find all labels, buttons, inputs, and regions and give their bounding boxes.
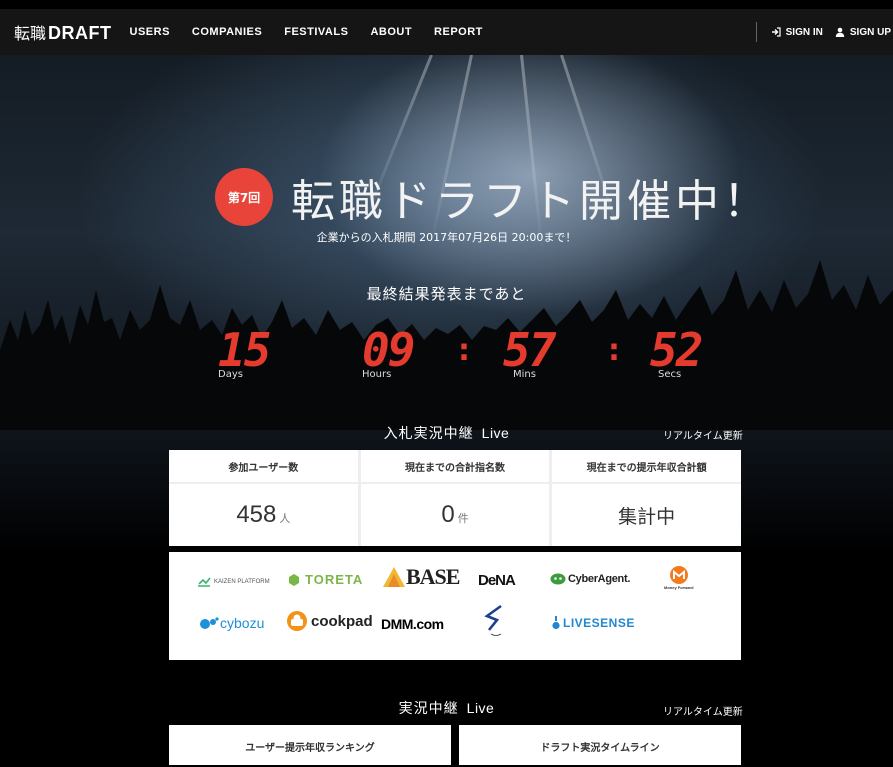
moneyforward-text: Money Forward — [664, 585, 694, 590]
bidding-period: 企業からの入札期間 2017年07月26日 20:00まで！ — [316, 231, 577, 244]
logo-kaizen[interactable]: KAIZEN PLATFORM — [197, 577, 270, 587]
countdown-caption: 最終結果発表まであと — [366, 285, 527, 303]
salary-ranking-panel[interactable]: ユーザー提示年収ランキング — [169, 725, 451, 765]
crowd-silhouette — [0, 260, 893, 430]
nav-link-festivals[interactable]: FESTIVALS — [284, 26, 348, 38]
stat-label: 現在までの合計指名数 — [360, 450, 550, 484]
bid-live-title: 入札実況中継 — [383, 426, 474, 442]
countdown-days: 15 Days — [218, 323, 271, 380]
logo-dena[interactable]: DeNA — [478, 572, 516, 589]
nav-link-about[interactable]: ABOUT — [370, 26, 412, 38]
user-icon — [835, 27, 845, 37]
cookpad-text: cookpad — [311, 612, 373, 630]
logo-cyberagent[interactable]: CyberAgent. — [550, 573, 630, 585]
hours-value: 09 — [362, 323, 415, 377]
days-value: 15 — [218, 323, 271, 377]
stat-value: 458 人 — [169, 484, 358, 546]
participants-unit: 人 — [279, 513, 291, 525]
sign-in-icon — [771, 27, 781, 37]
stat-value: 0件 — [361, 484, 550, 546]
nav-link-users[interactable]: USERS — [130, 26, 170, 38]
sign-up-link[interactable]: SIGN UP — [835, 27, 891, 38]
countdown-secs: 52 Secs — [650, 323, 703, 380]
kaizen-text: KAIZEN PLATFORM — [214, 579, 270, 585]
livesense-icon — [552, 616, 560, 630]
logo-cookpad[interactable]: cookpad — [286, 610, 373, 632]
sign-in-link[interactable]: SIGN IN — [771, 27, 823, 38]
live-panels: ユーザー提示年収ランキング ドラフト実況タイムライン — [169, 725, 741, 765]
nav-link-companies[interactable]: COMPANIES — [192, 26, 262, 38]
logo-toreta[interactable]: TORETA — [287, 572, 363, 587]
stat-label: 現在までの提示年収合計額 — [552, 450, 742, 484]
live-en: Live — [466, 700, 495, 716]
sign-up-label: SIGN UP — [849, 26, 891, 38]
stats-panel: 参加ユーザー数 458 人 現在までの合計指名数 0件 現在までの提示年収合計額 … — [169, 450, 742, 546]
company-logos: KAIZEN PLATFORM TORETA BASE DeNA CyberAg… — [169, 552, 741, 660]
countdown-colon: : — [608, 333, 620, 368]
brand-logo[interactable]: 転職 DRAFT — [14, 20, 112, 44]
live-heading: 実況中継 Live — [0, 698, 893, 718]
stat-participants: 参加ユーザー数 458 人 — [169, 450, 361, 546]
logo-livesense[interactable]: LIVESENSE — [551, 616, 635, 630]
logo-dmm[interactable]: DMM.com — [381, 616, 444, 632]
realtime-label: リアルタイム更新 — [663, 431, 743, 442]
cyberagent-text: CyberAgent. — [568, 573, 631, 585]
hero-section: 第7回 転職ドラフト開催中！ 企業からの入札期間 2017年07月26日 20:… — [0, 55, 893, 767]
cyberagent-icon — [550, 573, 566, 585]
bid-live-heading: 入札実況中継 Live — [0, 423, 893, 443]
stat-nominations: 現在までの合計指名数 0件 — [360, 450, 553, 546]
countdown-mins: 57 Mins — [503, 323, 556, 380]
top-navbar: 転職 DRAFT USERS COMPANIES FESTIVALS ABOUT… — [0, 9, 893, 55]
nav-divider — [755, 22, 757, 42]
mins-value: 57 — [503, 323, 556, 377]
countdown-hours: 09 Hours — [362, 323, 415, 380]
base-text: BASE — [406, 564, 460, 589]
draft-timeline-panel[interactable]: ドラフト実況タイムライン — [459, 725, 741, 765]
cybozu-text: cybozu — [220, 615, 265, 631]
logo-cybozu[interactable]: cybozu — [199, 615, 264, 631]
toreta-text: TORETA — [305, 572, 364, 587]
secs-label: Secs — [658, 369, 682, 380]
cookpad-icon — [287, 611, 307, 631]
hero-headline: 第7回 転職ドラフト開催中！ — [215, 165, 771, 229]
realtime-label-2: リアルタイム更新 — [663, 707, 743, 718]
brand-jp: 転職 — [14, 24, 47, 43]
logo-moneyforward[interactable]: Money Forward — [664, 565, 694, 590]
logo-base[interactable]: BASE — [382, 564, 460, 590]
days-label: Days — [218, 369, 243, 380]
nominations-count: 0 — [441, 501, 455, 528]
bird-icon — [484, 604, 502, 636]
mins-label: Mins — [513, 369, 536, 380]
stat-value: 集計中 — [618, 505, 676, 528]
dmm-text: DMM.com — [381, 616, 444, 632]
edition-badge: 第7回 — [215, 168, 273, 226]
stat-label: 参加ユーザー数 — [169, 450, 358, 484]
toreta-icon — [289, 573, 299, 586]
participants-count: 458 — [236, 501, 277, 528]
cybozu-icon — [200, 617, 219, 629]
kaizen-icon — [198, 577, 211, 587]
dena-text: DeNA — [478, 572, 516, 589]
bid-live-en: Live — [481, 425, 510, 441]
nav-auth: SIGN IN SIGN UP — [755, 9, 893, 55]
moneyforward-icon — [669, 566, 688, 584]
secs-value: 52 — [650, 323, 703, 377]
brand-en: DRAFT — [48, 23, 112, 43]
live-title: 実況中継 — [398, 701, 459, 717]
livesense-text: LIVESENSE — [563, 616, 635, 630]
nav-links: USERS COMPANIES FESTIVALS ABOUT REPORT — [130, 26, 483, 38]
hero-title: 転職ドラフト開催中！ — [291, 176, 771, 227]
nominations-unit: 件 — [457, 513, 469, 525]
countdown-colon: : — [458, 333, 470, 368]
sign-in-label: SIGN IN — [785, 26, 823, 38]
base-icon — [383, 567, 405, 587]
nav-link-report[interactable]: REPORT — [434, 26, 483, 38]
hours-label: Hours — [362, 369, 392, 380]
stat-salary-total: 現在までの提示年収合計額 集計中 — [552, 450, 742, 546]
logo-sendanshi[interactable] — [483, 604, 505, 638]
